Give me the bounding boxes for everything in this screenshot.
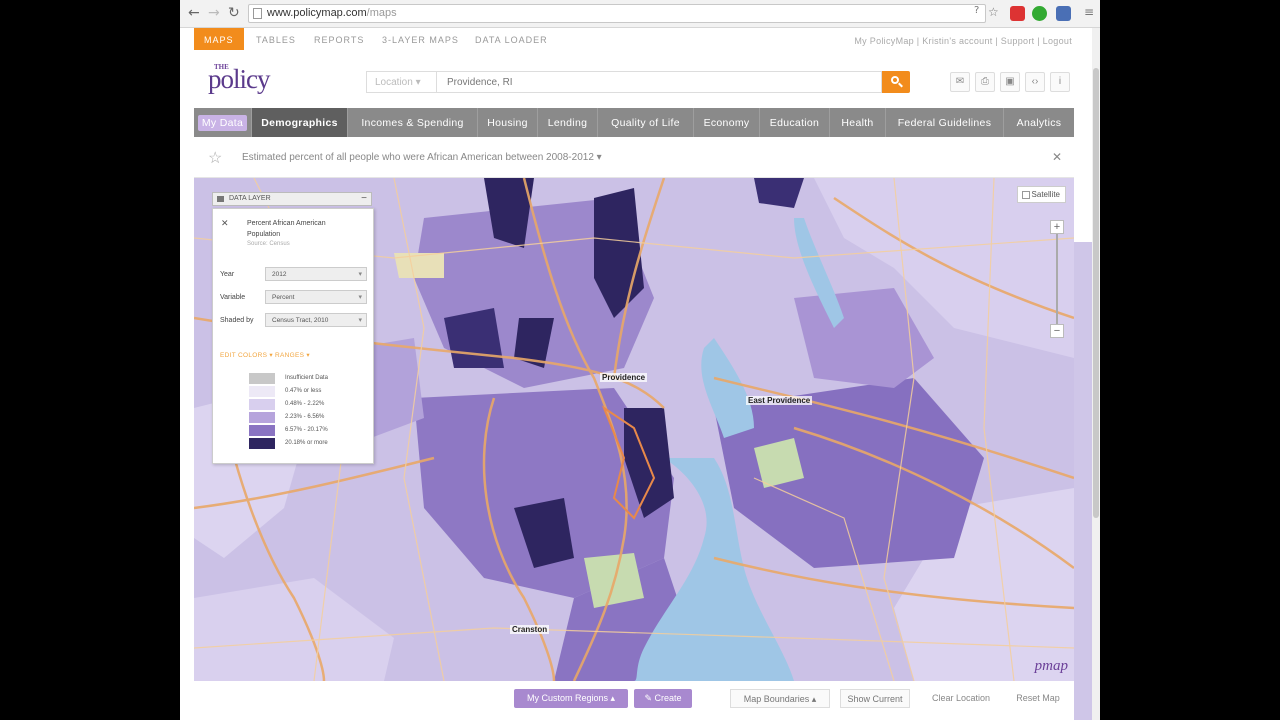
variable-label: Variable [220,294,246,301]
logo-text: policymap [208,64,1100,720]
tab-demographics[interactable]: Demographics [252,108,348,137]
location-label: Location [375,77,413,88]
layer-title: Percent African American Population [247,220,326,238]
map-label-cranston: Cranston [510,625,550,634]
year-label: Year [220,271,235,278]
remove-layer-icon[interactable]: ✕ [221,218,229,229]
scrollbar-thumb[interactable] [1093,68,1099,518]
map-label-east-providence: East Providence [746,396,813,405]
legend-swatch [249,373,275,384]
tab-economy[interactable]: Economy [694,108,760,137]
layer-source: Source: Census [247,241,290,247]
page-scrollbar[interactable] [1092,28,1100,720]
search-input[interactable]: Providence, RI [436,71,882,93]
reload-icon[interactable]: ↻ [228,5,240,21]
satellite-toggle[interactable]: Satellite [1016,186,1066,203]
user-links[interactable]: My PolicyMap | Kristin's account | Suppo… [854,36,1072,46]
zoom-in-button[interactable]: + [1050,220,1064,234]
clear-location-link[interactable]: Clear Location [926,689,996,708]
browser-toolbar: ← → ↻ www.policymap.com/maps ? ☆ ≡ [180,0,1100,28]
tab-education[interactable]: Education [760,108,830,137]
extension-blue-icon[interactable] [1056,6,1071,21]
extension-green-icon[interactable] [1032,6,1047,21]
description-text[interactable]: Estimated percent of all people who were… [242,152,602,163]
collapse-icon[interactable]: − [361,193,367,204]
legend-label: 20.18% or more [285,440,328,446]
save-icon[interactable]: ▣ [1000,72,1020,92]
show-current-button[interactable]: Show Current [840,689,910,708]
tab-federal-guidelines[interactable]: Federal Guidelines [886,108,1004,137]
map-label-providence: Providence [600,373,648,382]
data-layer-header[interactable]: DATA LAYER − [212,192,372,206]
menu-icon[interactable]: ≡ [1084,5,1094,19]
address-bar[interactable]: www.policymap.com/maps [248,4,986,23]
page-info-icon[interactable]: ? [974,5,979,16]
url-path: /maps [366,7,397,19]
year-select[interactable]: 2012 [265,267,367,281]
nav-data-loader[interactable]: DATA LOADER [475,28,548,50]
reset-map-link[interactable]: Reset Map [1010,689,1066,708]
page-icon [253,8,262,19]
url-host: www.policymap.com [267,7,367,19]
forward-arrow-icon[interactable]: → [208,5,220,21]
shaded-by-label: Shaded by [220,317,254,324]
bottom-toolbar: My Custom Regions ▴ ✎ Create Map Boundar… [194,681,1074,720]
map-boundaries-button[interactable]: Map Boundaries ▴ [730,689,830,708]
category-bar: My Data Demographics Incomes & Spending … [194,108,1074,137]
data-layer-header-label: DATA LAYER [229,195,271,202]
legend-label: Insufficient Data [285,375,328,381]
policymap-logo[interactable]: THE policymap [206,60,1100,720]
logo-policy: policy [208,64,270,94]
legend-label: 0.47% or less [285,388,322,394]
shaded-by-select[interactable]: Census Tract, 2010 [265,313,367,327]
search-button[interactable] [882,71,910,93]
tab-my-data[interactable]: My Data [194,108,252,137]
bookmark-star-icon[interactable]: ☆ [988,5,999,19]
nav-tables[interactable]: TABLES [256,28,296,50]
legend-label: 2.23% - 6.56% [285,414,325,420]
tab-analytics[interactable]: Analytics [1004,108,1074,137]
tab-lending[interactable]: Lending [538,108,598,137]
zoom-slider[interactable] [1056,234,1058,324]
tab-health[interactable]: Health [830,108,886,137]
nav-3-layer-maps[interactable]: 3-LAYER MAPS [382,28,459,50]
nav-reports[interactable]: REPORTS [314,28,364,50]
close-icon[interactable]: ✕ [1052,150,1062,164]
legend-swatch [249,425,275,436]
edit-colors-ranges-links[interactable]: EDIT COLORS ▾ RANGES ▾ [220,351,310,359]
browser-window: ← → ↻ www.policymap.com/maps ? ☆ ≡ MAPS … [180,0,1100,720]
legend-swatch [249,412,275,423]
gmail-extension-icon[interactable] [1010,6,1025,21]
info-icon[interactable]: i [1050,72,1070,92]
email-icon[interactable]: ✉ [950,72,970,92]
back-arrow-icon[interactable]: ← [188,5,200,21]
favorite-icon[interactable]: ☆ [208,148,222,168]
data-layer-panel: ✕ Percent African American Population So… [212,208,374,464]
location-dropdown[interactable]: Location ▾ [366,71,436,93]
legend-swatch [249,438,275,449]
variable-select[interactable]: Percent [265,290,367,304]
create-button[interactable]: ✎ Create [634,689,692,708]
map-canvas[interactable]: Providence East Providence Cranston Sate… [194,178,1074,681]
embed-icon[interactable]: ‹› [1025,72,1045,92]
my-custom-regions-button[interactable]: My Custom Regions ▴ [514,689,628,708]
legend-label: 0.48% - 2.22% [285,401,325,407]
nav-maps[interactable]: MAPS [194,28,244,50]
camera-icon [217,196,224,202]
print-icon[interactable]: ⎙ [975,72,995,92]
legend-swatch [249,399,275,410]
indicator-description: ☆ Estimated percent of all people who we… [194,137,1074,178]
tab-housing[interactable]: Housing [478,108,538,137]
legend-label: 6.57% - 20.17% [285,427,328,433]
zoom-control: + − [1050,220,1064,338]
tab-quality-of-life[interactable]: Quality of Life [598,108,694,137]
zoom-out-button[interactable]: − [1050,324,1064,338]
pmap-watermark: pmap [1034,658,1068,674]
legend-swatch [249,386,275,397]
tab-incomes-spending[interactable]: Incomes & Spending [348,108,478,137]
